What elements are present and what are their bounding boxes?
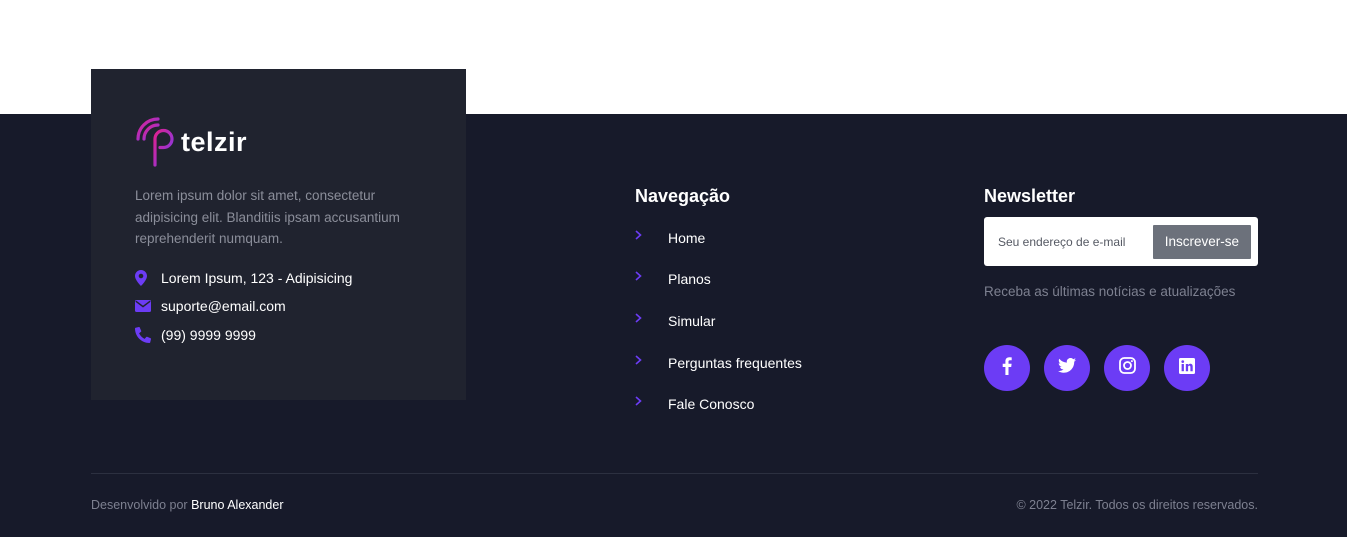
footer-divider xyxy=(91,473,1258,474)
nav-item-simular[interactable]: Simular xyxy=(635,300,802,342)
nav-item-home[interactable]: Home xyxy=(635,217,802,259)
social-links xyxy=(984,345,1258,391)
about-card: telzir Lorem ipsum dolor sit amet, conse… xyxy=(91,69,466,400)
nav-link-home[interactable]: Home xyxy=(668,230,705,246)
contact-list: Lorem Ipsum, 123 - Adipisicing suporte@e… xyxy=(135,264,422,350)
newsletter-form: Inscrever-se xyxy=(984,217,1258,266)
credits: Desenvolvido por Bruno Alexander xyxy=(91,498,284,512)
copyright: © 2022 Telzir. Todos os direitos reserva… xyxy=(1016,498,1258,512)
subscribe-button[interactable]: Inscrever-se xyxy=(1152,224,1251,259)
phone-icon xyxy=(135,326,161,343)
chevron-right-icon xyxy=(635,313,668,323)
twitter-icon xyxy=(1058,358,1076,378)
facebook-icon xyxy=(1002,356,1012,380)
map-marker-icon xyxy=(135,269,161,286)
credits-author-link[interactable]: Bruno Alexander xyxy=(191,498,283,512)
about-description: Lorem ipsum dolor sit amet, consectetur … xyxy=(135,188,400,246)
chevron-right-icon xyxy=(635,396,668,406)
newsletter-column: Newsletter Inscrever-se Receba as última… xyxy=(984,186,1258,391)
navigation-list: Home Planos Simular Perguntas frequentes… xyxy=(635,217,802,425)
contact-phone-text[interactable]: (99) 9999 9999 xyxy=(161,327,256,343)
chevron-right-icon xyxy=(635,230,668,240)
nav-link-contact[interactable]: Fale Conosco xyxy=(668,396,754,412)
nav-item-planos[interactable]: Planos xyxy=(635,259,802,301)
facebook-button[interactable] xyxy=(984,345,1030,391)
nav-item-contact[interactable]: Fale Conosco xyxy=(635,383,802,425)
chevron-right-icon xyxy=(635,354,668,365)
contact-email-text[interactable]: suporte@email.com xyxy=(161,298,286,314)
chevron-right-icon xyxy=(635,271,668,281)
instagram-icon xyxy=(1118,357,1136,379)
newsletter-title: Newsletter xyxy=(984,186,1076,206)
linkedin-button[interactable] xyxy=(1164,345,1210,391)
instagram-button[interactable] xyxy=(1104,345,1150,391)
nav-link-simular[interactable]: Simular xyxy=(668,313,715,329)
contact-phone[interactable]: (99) 9999 9999 xyxy=(135,321,422,350)
linkedin-icon xyxy=(1179,357,1195,379)
credits-prefix: Desenvolvido por xyxy=(91,498,188,512)
nav-link-faq[interactable]: Perguntas frequentes xyxy=(668,355,802,371)
contact-email[interactable]: suporte@email.com xyxy=(135,292,422,321)
navigation-column: Navegação Home Planos Simular Perguntas … xyxy=(635,186,802,425)
twitter-button[interactable] xyxy=(1044,345,1090,391)
contact-address-text: Lorem Ipsum, 123 - Adipisicing xyxy=(161,269,353,286)
contact-address: Lorem Ipsum, 123 - Adipisicing xyxy=(135,264,422,293)
navigation-title: Navegação xyxy=(635,186,731,206)
nav-link-planos[interactable]: Planos xyxy=(668,271,711,287)
newsletter-hint: Receba as últimas notícias e atualizaçõe… xyxy=(984,284,1236,299)
telzir-logo-icon xyxy=(136,117,174,167)
newsletter-email-input[interactable] xyxy=(998,234,1153,249)
logo[interactable]: telzir xyxy=(135,115,422,167)
envelope-icon xyxy=(135,300,161,313)
nav-item-faq[interactable]: Perguntas frequentes xyxy=(635,342,802,384)
brand-name: telzir xyxy=(181,126,248,157)
